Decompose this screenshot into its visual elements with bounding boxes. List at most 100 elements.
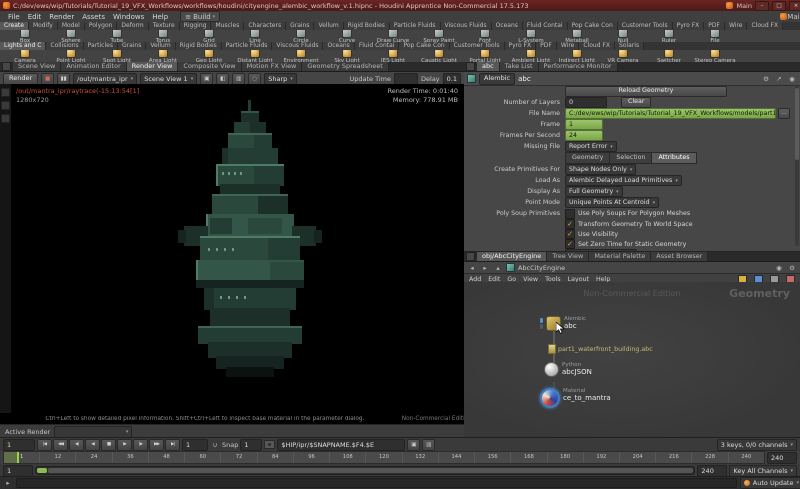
pane-tab[interactable]: Performance Monitor [539, 62, 618, 71]
shelf-tool[interactable]: Indirect Light [554, 50, 600, 62]
shelf-tab[interactable]: Deform [117, 22, 148, 30]
poly-soup-checkbox[interactable] [565, 209, 575, 219]
shelf-tool[interactable]: Point Light [48, 50, 94, 62]
shelf-tab[interactable]: Muscles [211, 22, 244, 30]
shelf-tool[interactable]: Switcher [646, 50, 692, 62]
up-arrow-icon[interactable]: ▴ [493, 264, 503, 272]
shelf-tool[interactable]: Ambient Light [508, 50, 554, 62]
pane-tab[interactable]: Material Palette [589, 252, 651, 261]
next-frame-button[interactable]: |▶ [133, 439, 148, 451]
render-viewport[interactable]: /out/mantra_ipr/raytrace(-15:13:54[1] 12… [0, 84, 464, 413]
key-all-channels-selector[interactable]: Key All Channels▾ [729, 465, 797, 477]
image-zoom-icon[interactable] [1, 114, 10, 123]
stop-render-icon[interactable]: ■ [41, 73, 54, 85]
shelf-tool[interactable]: Spray Paint [416, 30, 462, 42]
shelf-tab[interactable]: Modify [29, 22, 58, 30]
play-reverse-button[interactable]: ◀ [85, 439, 100, 451]
alembic-file-reference[interactable]: part1_waterfront_building.abc [548, 344, 653, 354]
zero-time-checkbox[interactable]: ✓ [565, 239, 575, 249]
range-slider-thumb[interactable] [37, 468, 47, 473]
menu-item[interactable]: Assets [78, 13, 109, 21]
clear-button[interactable]: Clear [621, 97, 651, 108]
shelf-tool[interactable]: Spot Light [94, 50, 140, 62]
magnet-snap-icon[interactable]: ∪ [210, 441, 220, 449]
shelf-tab[interactable]: Cloud FX [747, 22, 783, 30]
load-as-select[interactable]: Alembic Delayed Load Primitives▾ [565, 175, 682, 186]
node-python[interactable]: Python abcJSON [544, 362, 592, 377]
shelf-tool[interactable]: Grid [186, 30, 232, 42]
shelf-tab[interactable]: Pyro FX [673, 22, 705, 30]
select-tool-icon[interactable] [1, 88, 10, 97]
stop-button[interactable]: ■ [101, 439, 116, 451]
gear-icon[interactable]: ⚙ [761, 75, 771, 83]
shelf-tool[interactable]: Draw Curve [370, 30, 416, 42]
shelf-tab[interactable]: PDF [704, 22, 725, 30]
gear-icon[interactable]: ⚙ [787, 264, 797, 272]
menu-item[interactable]: Windows [109, 13, 148, 21]
maximize-button[interactable]: □ [772, 1, 786, 11]
pin-icon[interactable]: ◉ [787, 75, 797, 83]
shelf-tool[interactable]: Camera [2, 50, 48, 62]
missing-file-select[interactable]: Report Error▾ [565, 141, 617, 152]
operator-type-chip[interactable]: Alembic [479, 73, 515, 85]
shelf-tab[interactable]: Wire [725, 22, 748, 30]
shelf-tool[interactable]: File [692, 30, 738, 42]
play-button[interactable]: ▶ [117, 439, 132, 451]
shelf-tool[interactable]: Box [2, 30, 48, 42]
shelf-tab[interactable]: Pop Cake Con [568, 22, 618, 30]
shelf-tab[interactable]: Vellum [146, 42, 175, 50]
shelf-tool[interactable]: Area Light [140, 50, 186, 62]
shelf-tab[interactable]: Wire [557, 42, 580, 50]
shelf-tab[interactable]: Oceans [323, 42, 354, 50]
shelf-tab[interactable]: Cloud FX [579, 42, 615, 50]
forward-arrow-icon[interactable]: ▸ [480, 264, 490, 272]
shelf-tool[interactable]: Line [232, 30, 278, 42]
minimize-button[interactable]: – [755, 1, 769, 11]
rewind-button[interactable]: |◀ [37, 439, 52, 451]
camera-icon[interactable] [264, 440, 275, 449]
shelf-tab[interactable]: Oceans [492, 22, 523, 30]
shelf-tab[interactable]: Particles [84, 42, 118, 50]
back-arrow-icon[interactable]: ◂ [467, 264, 477, 272]
shelf-tab[interactable]: Pyro FX [505, 42, 537, 50]
shelf-tab[interactable]: Rigid Bodies [176, 42, 222, 50]
snapshot-list-icon[interactable]: ▥ [422, 439, 435, 451]
shelf-tool[interactable]: Tube [94, 30, 140, 42]
pane-menu-icon[interactable] [466, 252, 475, 261]
shelf-tab[interactable]: Viscous Fluids [441, 22, 492, 30]
close-button[interactable]: × [789, 1, 800, 11]
jump-icon[interactable]: ↗ [774, 75, 784, 83]
snapshot-camera-icon[interactable]: ◧ [216, 73, 229, 85]
shelf-tab[interactable]: PDF [536, 42, 557, 50]
active-render-selector[interactable]: ▾ [54, 426, 132, 438]
prev-keyframe-button[interactable]: ◀◀ [53, 439, 68, 451]
shelf-tool[interactable]: Ruler [646, 30, 692, 42]
node-material[interactable]: Material ce_to_mantra [540, 388, 611, 408]
file-name-field[interactable]: C:/dev/ews/wip/Tutorials/Tutorial_19_VFX… [565, 108, 776, 119]
update-time-field[interactable] [394, 73, 418, 85]
filter-selector[interactable]: Sharp▾ [264, 73, 297, 85]
node-flags[interactable] [540, 316, 543, 329]
timeline-ruler[interactable]: 1122436486072849610812013214415616818019… [3, 451, 765, 464]
shelf-tool[interactable]: IES Light [370, 50, 416, 62]
shelf-tab[interactable]: Lights and C [0, 42, 46, 50]
frame-field[interactable]: 1 [565, 119, 603, 130]
jump-end-button[interactable]: ▶| [165, 439, 180, 451]
pause-render-icon[interactable]: ▮▮ [57, 73, 70, 85]
compare-icon[interactable]: ▥ [232, 73, 245, 85]
shelf-tab[interactable]: Collisions [46, 42, 83, 50]
parameter-scrollbar[interactable] [795, 86, 799, 246]
menu-item[interactable]: Edit [24, 13, 46, 21]
menubar-desktop-label[interactable]: Main [787, 13, 800, 21]
folder-tab[interactable]: Attributes [651, 152, 696, 164]
delay-field[interactable]: 0.1 [443, 73, 461, 85]
prev-frame-button[interactable]: ◀| [69, 439, 84, 451]
pane-menu-icon[interactable] [466, 62, 475, 71]
pane-tab[interactable]: Take List [500, 62, 539, 71]
keys-info-selector[interactable]: 3 keys, 0/0 channels▾ [717, 439, 797, 451]
pane-tab[interactable]: obj/AbcCityEngine [477, 252, 547, 261]
shelf-tool[interactable]: Font [462, 30, 508, 42]
pin-icon[interactable]: ◉ [774, 264, 784, 272]
folder-tab[interactable]: Geometry [565, 152, 609, 164]
shelf-tab[interactable]: Rigid Bodies [344, 22, 390, 30]
